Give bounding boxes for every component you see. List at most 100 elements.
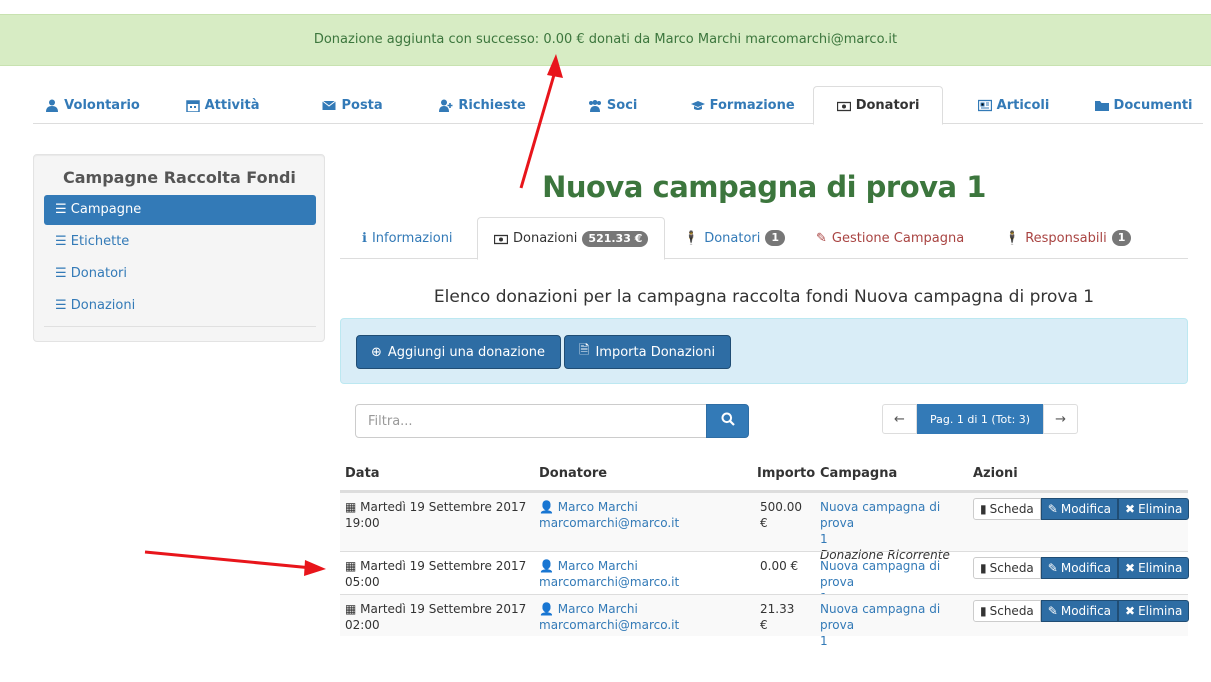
user-icon: 👤	[539, 602, 554, 616]
tab-posta[interactable]: Posta	[293, 86, 412, 124]
scheda-button[interactable]: ▮ Scheda	[973, 600, 1041, 622]
elimina-button[interactable]: ✖ Elimina	[1118, 557, 1190, 579]
tab-donazioni[interactable]: Donazioni 521.33 €	[477, 217, 666, 260]
row-time: 02:00	[345, 618, 380, 632]
table-header: Data Donatore Importo Campagna Azioni	[340, 458, 1188, 492]
sidebar-divider	[44, 326, 316, 327]
sidebar-title: Campagne Raccolta Fondi	[63, 168, 296, 187]
donatori-count-badge: 1	[765, 230, 786, 246]
tab-attivita[interactable]: Attività	[163, 86, 282, 124]
modifica-button[interactable]: ✎ Modifica	[1040, 557, 1119, 579]
tab-donatori-campagna[interactable]: 🕴 Donatori 1	[683, 217, 786, 259]
sidebar-item-campagne[interactable]: ☰ Campagne	[44, 195, 316, 225]
edit-icon: ✎	[1047, 502, 1058, 516]
modifica-button[interactable]: ✎ Modifica	[1040, 600, 1119, 622]
page-title: Nuova campagna di prova 1	[542, 170, 986, 204]
info-icon: ℹ	[362, 230, 367, 246]
file-icon: ▮	[980, 502, 987, 516]
calendar-icon: ▦	[345, 602, 357, 616]
col-importo: Importo	[757, 466, 816, 481]
donor-link[interactable]: 👤 Marco Marchi marcomarchi@marco.it	[539, 601, 679, 633]
tab-volontario[interactable]: Volontario	[33, 86, 152, 124]
donor-link[interactable]: 👤 Marco Marchi marcomarchi@marco.it	[539, 558, 679, 590]
col-campagna: Campagna	[820, 466, 898, 481]
col-azioni: Azioni	[973, 466, 1018, 481]
tab-gestione-campagna[interactable]: ✎ Gestione Campagna	[816, 217, 964, 259]
add-donation-button[interactable]: ⊕ Aggiungi una donazione	[356, 335, 561, 369]
tab-informazioni[interactable]: ℹ Informazioni	[362, 217, 453, 259]
folder-icon	[1094, 99, 1109, 111]
tab-formazione[interactable]: Formazione	[683, 86, 802, 124]
users-icon	[588, 99, 602, 112]
elimina-button[interactable]: ✖ Elimina	[1118, 498, 1190, 520]
prev-page-button[interactable]: ←	[882, 404, 917, 434]
row-actions: ▮ Scheda ✎ Modifica ✖ Elimina	[973, 498, 1190, 520]
row-currency: €	[760, 516, 768, 530]
envelope-icon	[322, 99, 337, 111]
row-actions: ▮ Scheda ✎ Modifica ✖ Elimina	[973, 557, 1190, 579]
campaign-link[interactable]: Nuova campagna di prova 1	[820, 500, 940, 546]
tab-soci[interactable]: Soci	[553, 86, 672, 124]
next-page-button[interactable]: →	[1043, 404, 1079, 434]
row-time: 19:00	[345, 516, 380, 530]
modifica-button[interactable]: ✎ Modifica	[1040, 498, 1119, 520]
main-nav: Volontario Attività Posta Richieste Soci…	[33, 86, 1203, 125]
row-actions: ▮ Scheda ✎ Modifica ✖ Elimina	[973, 600, 1190, 622]
edit-icon: ✎	[816, 230, 827, 246]
tab-articoli[interactable]: Articoli	[954, 86, 1073, 124]
row-date: Martedì 19 Settembre 2017	[360, 500, 527, 514]
filter-input[interactable]	[355, 404, 707, 438]
actions-toolbar: ⊕ Aggiungi una donazione 🗎 Importa Donaz…	[340, 318, 1188, 384]
edit-icon: ✎	[1047, 604, 1058, 618]
campaign-tabs: ℹ Informazioni Donazioni 521.33 € 🕴 Dona…	[340, 217, 1188, 260]
tab-documenti[interactable]: Documenti	[1084, 86, 1203, 124]
sidebar-item-donatori[interactable]: ☰ Donatori	[44, 259, 316, 289]
row-amount: 500.00	[760, 500, 802, 514]
col-donatore: Donatore	[539, 466, 608, 481]
sidebar-item-etichette[interactable]: ☰ Etichette	[44, 227, 316, 257]
user-icon: 👤	[539, 559, 554, 573]
campaign-link[interactable]: Nuova campagna di prova 1	[820, 601, 965, 649]
sidebar-item-donazioni[interactable]: ☰ Donazioni	[44, 291, 316, 321]
table-row: ▦ Martedì 19 Settembre 2017 02:00 👤 Marc…	[340, 594, 1190, 648]
elimina-button[interactable]: ✖ Elimina	[1118, 600, 1190, 622]
row-date: Martedì 19 Settembre 2017	[360, 602, 527, 616]
table-row: ▦ Martedì 19 Settembre 2017 19:00 👤 Marc…	[340, 492, 1190, 562]
tab-donatori[interactable]: Donatori	[813, 86, 943, 125]
import-donations-button[interactable]: 🗎 Importa Donazioni	[564, 335, 731, 369]
list-icon: ☰	[55, 266, 67, 281]
user-plus-icon	[439, 99, 453, 112]
list-icon: ☰	[55, 234, 67, 249]
list-icon: ☰	[55, 298, 67, 313]
tab-responsabili[interactable]: 🕴 Responsabili 1	[1004, 217, 1132, 259]
calendar-icon	[185, 99, 200, 112]
search-icon	[721, 412, 735, 430]
row-date: Martedì 19 Settembre 2017	[360, 559, 527, 573]
money-icon	[836, 100, 851, 112]
table-row: ▦ Martedì 19 Settembre 2017 05:00 👤 Marc…	[340, 551, 1190, 605]
donor-link[interactable]: 👤 Marco Marchi marcomarchi@marco.it	[539, 499, 679, 531]
sidebar: Campagne Raccolta Fondi ☰ Campagne ☰ Eti…	[33, 154, 325, 342]
list-title: Elenco donazioni per la campagna raccolt…	[433, 287, 1095, 307]
annotation-arrow-right	[144, 550, 326, 576]
newspaper-icon	[977, 99, 992, 112]
page-info: Pag. 1 di 1 (Tot: 3)	[917, 404, 1044, 434]
close-icon: ✖	[1125, 502, 1136, 516]
scheda-button[interactable]: ▮ Scheda	[973, 498, 1041, 520]
tab-richieste[interactable]: Richieste	[423, 86, 542, 124]
user-icon	[45, 99, 59, 112]
file-excel-icon: 🗎	[579, 343, 590, 358]
edit-icon: ✎	[1047, 561, 1058, 575]
calendar-icon: ▦	[345, 500, 357, 514]
row-amount: 21.33 €	[760, 602, 795, 632]
arrow-right-icon: →	[1055, 411, 1067, 427]
graduation-cap-icon	[690, 99, 705, 111]
arrow-left-icon: ←	[894, 411, 905, 427]
scheda-button[interactable]: ▮ Scheda	[973, 557, 1041, 579]
male-icon: 🕴	[1004, 230, 1021, 246]
pagination: ← Pag. 1 di 1 (Tot: 3) →	[882, 404, 1079, 434]
alert-message: Donazione aggiunta con successo: 0.00 € …	[313, 32, 898, 47]
row-amount: 0.00 €	[760, 559, 799, 573]
close-icon: ✖	[1125, 604, 1136, 618]
search-button[interactable]	[706, 404, 749, 438]
